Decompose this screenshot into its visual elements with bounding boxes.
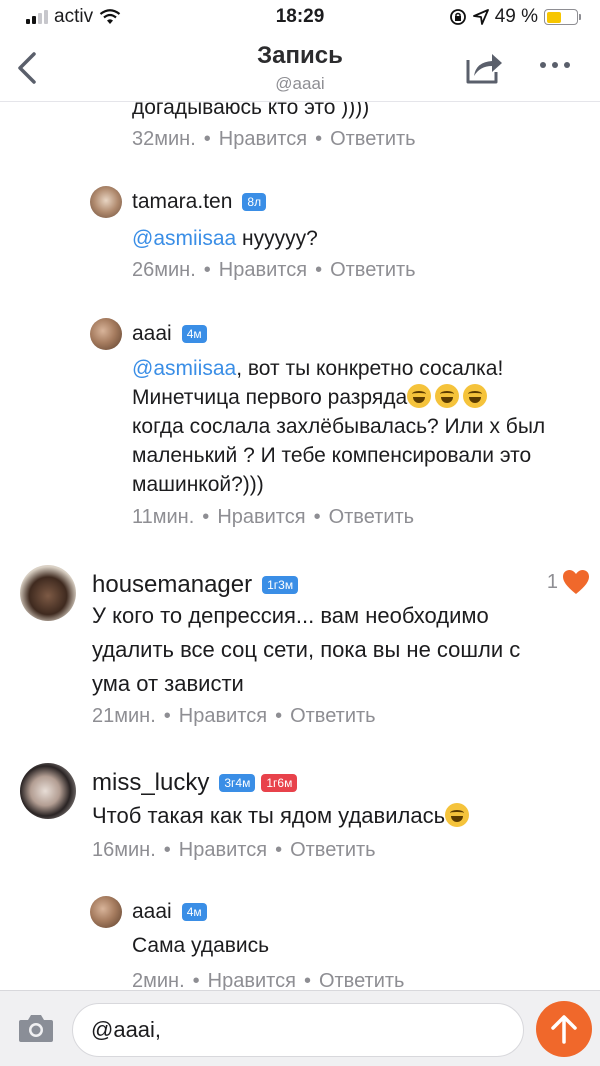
like-link[interactable]: Нравится — [219, 128, 307, 150]
comment-text: Сама удавись — [132, 934, 270, 957]
tenure-badge: 1г3м — [262, 576, 299, 594]
comment-time: 11мин. — [132, 506, 195, 528]
tenure-badge: 4м — [181, 325, 207, 343]
comments-feed[interactable]: догадываюсь кто это )))) 32мин. • Нравится… — [0, 0, 600, 990]
comment-item: aaai 4м Сама удавись 2мин. • Нравится • Отве… — [90, 896, 590, 990]
like-counter[interactable]: 1 — [547, 569, 590, 595]
grinning-face-icon — [445, 803, 470, 827]
reply-link[interactable]: Ответить — [290, 839, 376, 861]
avatar[interactable] — [90, 318, 122, 350]
comment-meta: 26мин. • Нравится • Ответить — [132, 259, 416, 281]
comment-username[interactable]: tamara.ten — [132, 190, 232, 214]
like-link[interactable]: Нравится — [208, 970, 296, 990]
page-title: Запись — [257, 42, 343, 69]
avatar[interactable] — [90, 896, 122, 928]
comment-item: aaai 4м @asmiisaa, вот ты конкретно соса… — [90, 318, 590, 538]
more-icon[interactable] — [540, 62, 570, 68]
comment-username-row: aaai 4м — [132, 900, 207, 924]
tenure-badge-secondary: 1г6м — [261, 774, 298, 792]
comment-time: 21мин. — [92, 705, 156, 727]
comment-time: 26мин. — [132, 259, 196, 281]
reply-link[interactable]: Ответить — [290, 705, 376, 727]
comment-username-row: tamara.ten 8л — [132, 190, 267, 214]
comment-username-row: miss_lucky 3г4м 1г6м — [92, 769, 298, 797]
comment-time: 32мин. — [132, 128, 196, 150]
avatar[interactable] — [20, 763, 76, 819]
comment-text: У кого то депрессия... вам необходимо уд… — [92, 603, 521, 696]
comment-text: @asmiisaa нууууу? — [132, 227, 318, 250]
like-link[interactable]: Нравится — [179, 705, 267, 727]
camera-icon[interactable] — [18, 1013, 54, 1043]
comment-username[interactable]: aaai — [132, 322, 172, 346]
comment-input[interactable] — [72, 1003, 524, 1057]
comment-username-row: housemanager 1г3м — [92, 571, 299, 599]
tenure-badge: 3г4м — [219, 774, 256, 792]
tears-of-joy-icon — [407, 384, 432, 408]
comment-username-row: aaai 4м — [132, 322, 207, 346]
tenure-badge: 8л — [242, 193, 267, 211]
tears-of-joy-icon — [435, 384, 460, 408]
send-arrow-icon — [551, 1015, 577, 1044]
avatar[interactable] — [90, 186, 122, 218]
reply-link[interactable]: Ответить — [330, 259, 416, 281]
comment-username[interactable]: aaai — [132, 900, 172, 924]
comment-meta: 21мин. • Нравится • Ответить — [92, 705, 376, 727]
like-link[interactable]: Нравится — [217, 506, 305, 528]
avatar[interactable] — [20, 565, 76, 621]
header-divider — [0, 101, 600, 102]
mention-link[interactable]: @asmiisaa — [132, 227, 236, 250]
comment-meta: 11мин. • Нравится • Ответить — [132, 506, 415, 528]
comment-item: housemanager 1г3м 1 У кого то депрессия.… — [20, 565, 590, 735]
reply-link[interactable]: Ответить — [319, 970, 405, 990]
comment-item: miss_lucky 3г4м 1г6м Чтоб такая как ты я… — [20, 763, 590, 873]
like-link[interactable]: Нравится — [179, 839, 267, 861]
page-subtitle[interactable]: @aaai — [0, 74, 600, 94]
comment-username[interactable]: housemanager — [92, 571, 252, 599]
nav-header: Запись @aaai — [0, 36, 600, 102]
comment-meta: 32мин. • Нравится • Ответить — [132, 128, 416, 150]
tenure-badge: 4м — [181, 903, 207, 921]
like-count: 1 — [546, 570, 558, 593]
comment-time: 2мин. — [132, 970, 185, 990]
send-button[interactable] — [536, 1001, 592, 1057]
share-icon[interactable] — [464, 48, 504, 86]
comment-meta: 16мин. • Нравится • Ответить — [92, 839, 376, 861]
mention-link[interactable]: @asmiisaa — [132, 357, 236, 380]
comment-text: @asmiisaa, вот ты конкретно сосалка! Мин… — [132, 357, 546, 496]
reply-link[interactable]: Ответить — [329, 506, 415, 528]
tears-of-joy-icon — [463, 384, 488, 408]
reply-link[interactable]: Ответить — [330, 128, 416, 150]
comment-item: tamara.ten 8л @asmiisaa нууууу? 26мин. • Н… — [90, 186, 590, 286]
comment-meta: 2мин. • Нравится • Ответить — [132, 970, 405, 990]
comment-time: 16мин. — [92, 839, 156, 861]
heart-icon[interactable] — [562, 569, 590, 595]
like-link[interactable]: Нравится — [219, 259, 307, 281]
comment-username[interactable]: miss_lucky — [92, 769, 209, 797]
comment-text: Чтоб такая как ты ядом удавилась — [92, 799, 590, 833]
comment-composer — [0, 990, 600, 1066]
